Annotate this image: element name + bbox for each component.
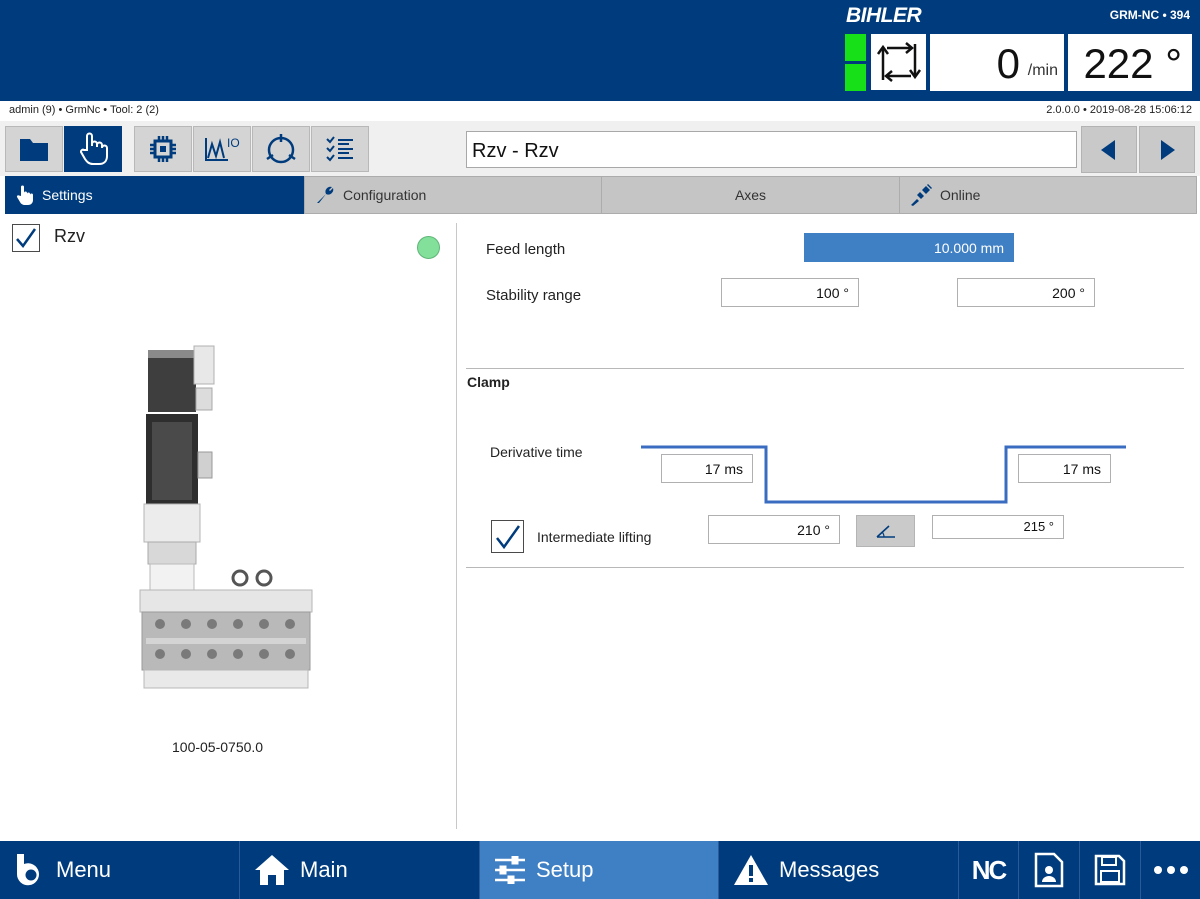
version-timestamp: 2.0.0.0 • 2019-08-28 15:06:12 [1046,104,1192,116]
checklist-icon [326,136,353,162]
document-user-icon [1034,852,1064,888]
save-button[interactable] [1080,841,1141,899]
device-part-number: 100-05-0750.0 [172,739,264,755]
tab-label: Online [940,187,981,203]
speed-unit: /min [1027,62,1058,79]
module-enable-checkbox[interactable] [12,224,40,252]
lifting-to-input[interactable]: 215 ° [932,515,1064,539]
home-icon [254,854,290,886]
svg-text:IO: IO [227,136,240,150]
angle-display: 222 ° [1068,34,1192,91]
feed-length-input[interactable]: 10.000 mm [804,233,1014,262]
tab-axes[interactable]: Axes [601,176,900,214]
setup-button[interactable]: Setup [480,841,719,899]
check-icon [16,228,37,249]
section-divider-top [466,368,1184,369]
angle-picker-button[interactable] [856,515,915,547]
speed-value: 0 [996,40,1020,87]
bihler-b-icon [14,852,46,888]
section-divider-bottom [466,567,1184,568]
hand-pointer-icon [16,185,34,205]
tab-label: Configuration [343,187,427,203]
tab-configuration[interactable]: Configuration [304,176,602,214]
document-button[interactable] [1019,841,1080,899]
module-status-dot [417,236,440,259]
next-button[interactable] [1139,126,1195,173]
nc-button[interactable]: NC [959,841,1019,899]
stability-range-from-input[interactable]: 100 ° [721,278,859,307]
user-info: admin (9) • GrmNc • Tool: 2 (2) [9,104,159,116]
manual-mode-button[interactable] [64,126,122,172]
stability-range-label: Stability range [486,287,582,304]
setup-label: Setup [536,857,594,882]
warning-icon [733,854,769,886]
stability-range-to-input[interactable]: 200 ° [957,278,1095,307]
lifting-from-input[interactable]: 210 ° [708,515,840,544]
more-dots-icon [1153,866,1188,874]
tab-bar: Settings Configuration Axes Online [5,176,1197,214]
clamp-section-title: Clamp [467,374,510,390]
arrow-right-icon [1161,139,1175,160]
bottom-nav: Menu Main Setup Messages NC [0,841,1200,899]
checklist-button[interactable] [311,126,369,172]
io-signals-button[interactable]: IO [193,126,251,172]
wrench-icon [315,185,335,205]
messages-button[interactable]: Messages [719,841,959,899]
chip-icon [150,136,176,162]
tab-label: Axes [734,187,767,203]
status-indicator-top [845,34,866,61]
arrow-left-icon [1101,139,1115,160]
cycle-icon [266,134,296,164]
brand-logo: BIHLER [846,4,922,27]
header-bar: BIHLER GRM-NC • 394 0 /min 222 ° [0,0,1200,101]
derivative-time-left-input[interactable]: 17 ms [661,454,753,483]
io-graph-icon: IO [205,136,240,161]
module-name: Rzv [54,226,85,246]
folder-button[interactable] [5,126,63,172]
more-button[interactable] [1141,841,1200,899]
save-icon [1094,854,1126,886]
machine-id: GRM-NC • 394 [1109,8,1190,22]
derivative-time-right-input[interactable]: 17 ms [1018,454,1111,483]
module-title-field[interactable]: Rzv - Rzv [466,131,1077,168]
direction-toggle-icon[interactable] [871,34,926,90]
tab-online[interactable]: Online [899,176,1197,214]
speed-display: 0 /min [930,34,1064,91]
angle-icon [875,525,895,538]
check-icon [495,524,520,549]
intermediate-lifting-label: Intermediate lifting [537,529,652,545]
tab-label: Settings [42,187,93,203]
folder-icon [20,139,48,161]
connect-plug-icon [910,184,932,206]
feed-unit-device-image [139,345,313,689]
tab-settings[interactable]: Settings [5,176,304,214]
previous-button[interactable] [1081,126,1137,173]
cam-cycle-button[interactable] [252,126,310,172]
derivative-time-label: Derivative time [490,444,583,460]
hand-pointer-icon [80,132,108,165]
main-label: Main [300,857,348,882]
panel-divider [456,223,457,829]
sliders-icon [494,856,526,884]
menu-button[interactable]: Menu [0,841,240,899]
feed-length-label: Feed length [486,241,566,258]
status-indicator-bottom [845,64,866,91]
messages-label: Messages [779,857,880,882]
hardware-button[interactable] [134,126,192,172]
main-button[interactable]: Main [240,841,480,899]
toolbar: IO Rzv - Rzv [0,121,1200,176]
status-line: admin (9) • GrmNc • Tool: 2 (2) 2.0.0.0 … [0,101,1200,121]
nc-label: NC [971,854,1008,885]
intermediate-lifting-checkbox[interactable] [491,520,524,553]
menu-label: Menu [56,857,112,882]
angle-value: 222 ° [1083,40,1182,87]
